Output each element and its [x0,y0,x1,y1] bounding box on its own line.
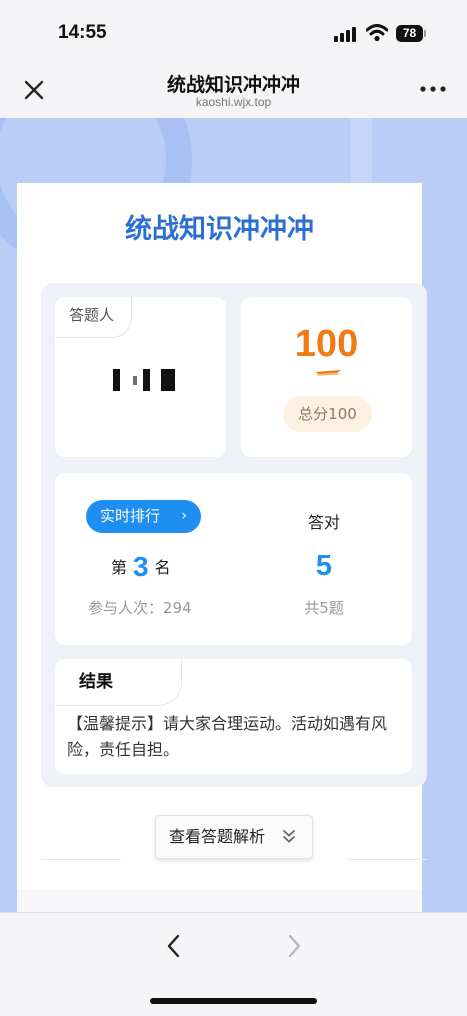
wifi-icon [366,24,388,42]
respondent-label: 答题人 [55,297,132,338]
status-bar: 14:55 78 [0,0,467,62]
result-box: 结果 【温馨提示】请大家合理运动。活动如遇有风险，责任自担。 [55,659,412,774]
result-label: 结果 [55,659,182,706]
page-title: 统战知识冲冲冲 [166,74,300,96]
brush-stroke-icon [315,370,341,376]
rank-number: 3 [133,551,149,582]
divider [41,859,121,860]
rank-suffix: 名 [154,558,171,577]
participant-count: 参与人次：294 [88,599,192,617]
total-score-badge: 总分100 [283,396,372,432]
respondent-name-redacted [113,369,175,391]
quiz-title: 统战知识冲冲冲 [125,214,314,245]
page-domain: kaoshi.wjx.top [195,95,272,109]
correct-count: 5 [315,550,333,582]
realtime-ranking-button[interactable]: 实时排行 › [86,500,201,533]
battery-level: 78 [396,25,423,42]
total-questions: 共5题 [304,599,344,617]
browser-toolbar [0,912,467,1016]
result-card: 统战知识冲冲冲 答题人 100 总分100 实时排行 › 第 3 名 参与人次：… [17,183,427,912]
score-panel: 答题人 100 总分100 实时排行 › 第 3 名 参与人次：294 答对 5… [41,283,427,787]
rank-box: 实时排行 › 第3名 参与人次：294 答对 5 共5题 [55,473,412,645]
rank-prefix: 第 [111,558,128,577]
signal-icon [334,26,358,42]
realtime-ranking-label: 实时排行 [100,507,161,525]
result-text: 【温馨提示】请大家合理运动。活动如遇有风险，责任自担。 [67,714,388,759]
battery-icon: 78 [396,25,426,42]
browser-nav-bar: 统战知识冲冲冲 kaoshi.wjx.top [0,62,467,118]
view-analysis-label: 查看答题解析 [169,827,266,846]
score-box: 100 总分100 [241,297,412,457]
status-time: 14:55 [58,22,107,43]
page-content: 统战知识冲冲冲 答题人 100 总分100 实时排行 › 第 3 名 参与人次：… [0,118,467,912]
divider [347,859,427,860]
double-chevron-down-icon [283,830,295,843]
more-icon[interactable] [418,82,448,96]
home-indicator [150,998,317,1004]
respondent-box: 答题人 [55,297,226,457]
rank-display: 第3名 [111,551,171,583]
chevron-right-icon: › [181,508,187,524]
view-analysis-button[interactable]: 查看答题解析 [155,815,313,859]
chevron-right-icon[interactable] [280,931,308,961]
correct-label: 答对 [307,513,340,532]
chevron-left-icon[interactable] [160,931,188,961]
score-value: 100 [294,323,359,365]
card-footer [17,890,422,912]
